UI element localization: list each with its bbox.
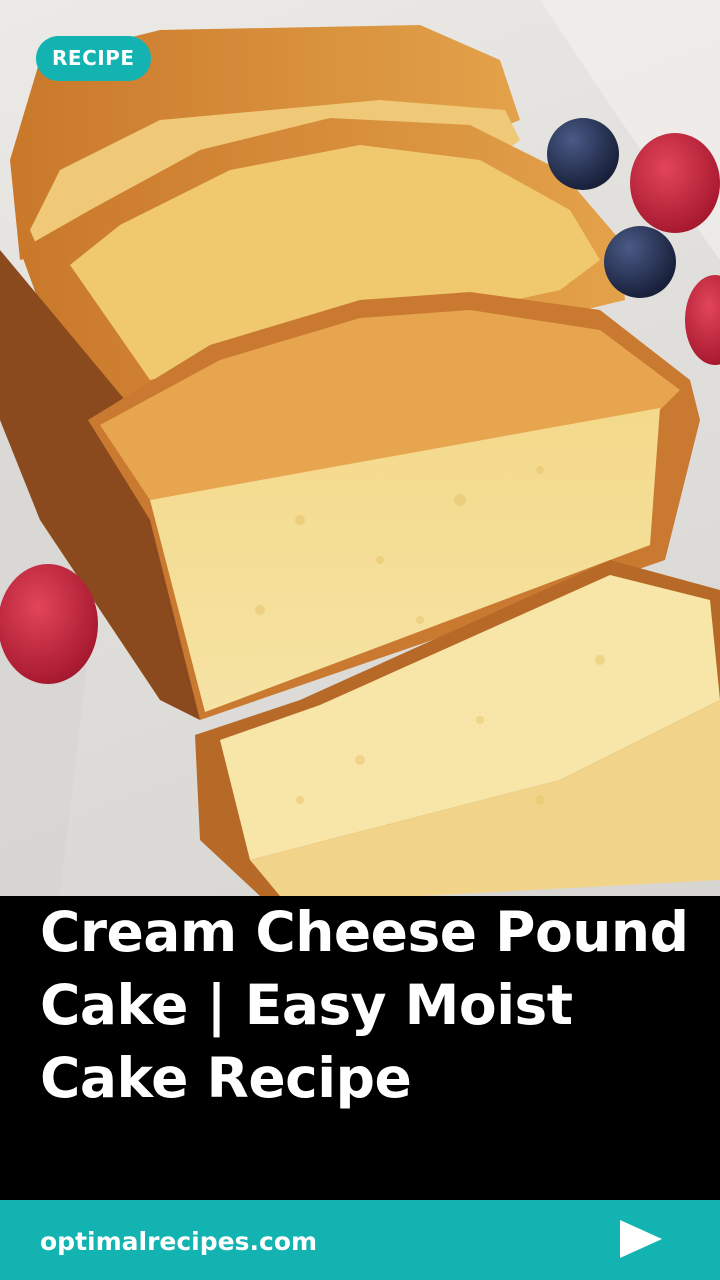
raspberry-3 xyxy=(0,564,98,684)
title-panel: Cream Cheese Pound Cake | Easy Moist Cak… xyxy=(0,896,720,1200)
post-title[interactable]: Cream Cheese Pound Cake | Easy Moist Cak… xyxy=(40,896,690,1115)
recipe-badge: RECIPE xyxy=(36,36,151,81)
raspberry-1 xyxy=(630,133,720,233)
footer-bar[interactable]: optimalrecipes.com xyxy=(0,1200,720,1280)
blueberry-1 xyxy=(547,118,619,190)
raspberry-2 xyxy=(685,275,720,365)
blueberry-2 xyxy=(604,226,676,298)
hero-image: RECIPE xyxy=(0,0,720,896)
play-arrow-icon[interactable] xyxy=(620,1220,662,1258)
site-link[interactable]: optimalrecipes.com xyxy=(40,1200,317,1280)
pound-cake-photo xyxy=(0,0,720,896)
